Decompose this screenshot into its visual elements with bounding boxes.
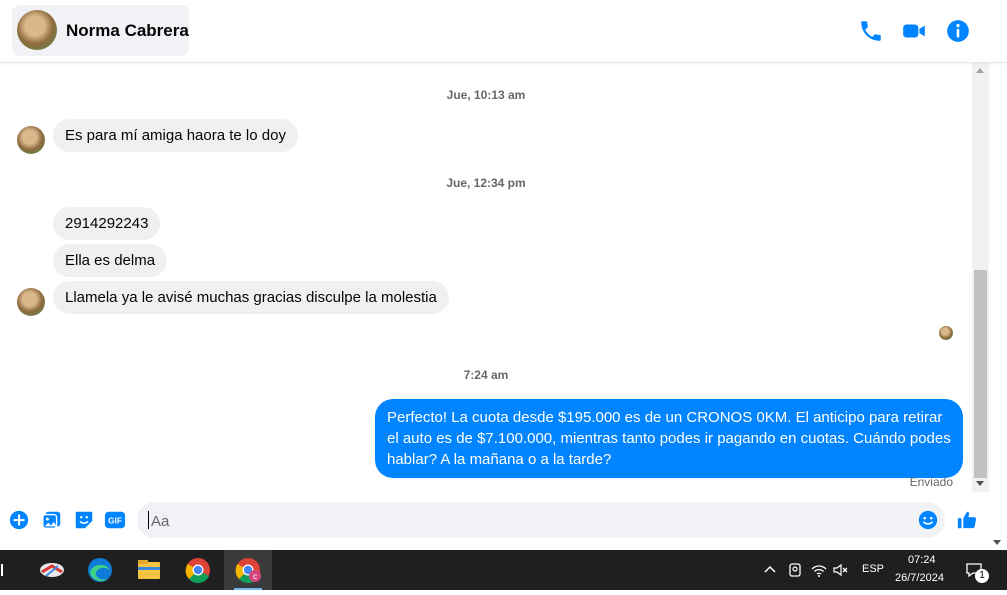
message-bubble-incoming[interactable]: 2914292243 <box>53 207 161 240</box>
contact-name[interactable]: Norma Cabrera <box>66 21 189 41</box>
edge-browser-icon[interactable] <box>76 550 124 590</box>
sender-avatar[interactable] <box>17 126 45 154</box>
contact-chip[interactable]: Norma Cabrera <box>12 5 189 56</box>
svg-text:c: c <box>253 572 257 581</box>
scroll-down-arrow-icon[interactable] <box>976 481 984 486</box>
task-view-icon[interactable] <box>0 550 14 590</box>
timestamp: Jue, 12:34 pm <box>446 176 526 190</box>
clock-time[interactable]: 07:24 <box>908 554 936 566</box>
emoji-icon[interactable] <box>917 509 939 531</box>
sticker-icon[interactable] <box>73 509 95 531</box>
chrome-icon[interactable] <box>174 550 222 590</box>
sender-avatar[interactable] <box>17 288 45 316</box>
sent-status: Enviado <box>909 475 953 489</box>
svg-text:GIF: GIF <box>108 517 122 526</box>
timestamp: Jue, 10:13 am <box>446 88 526 102</box>
timestamp: 7:24 am <box>463 368 509 382</box>
snipping-tool-icon[interactable] <box>28 550 76 590</box>
message-input[interactable] <box>149 502 913 540</box>
clock-date[interactable]: 26/7/2024 <box>895 572 944 584</box>
meet-now-icon[interactable] <box>786 561 804 579</box>
windows-taskbar: c ESP 07:24 26/7/2024 1 <box>0 550 1007 590</box>
message-bubble-outgoing[interactable]: Perfecto! La cuota desde $195.000 es de … <box>375 399 963 478</box>
message-thread[interactable]: Jue, 10:13 am Es para mí amiga haora te … <box>0 58 972 492</box>
wifi-icon[interactable] <box>810 561 828 579</box>
phone-icon[interactable] <box>858 18 884 44</box>
contact-avatar[interactable] <box>17 10 57 50</box>
video-call-icon[interactable] <box>901 18 927 44</box>
photo-icon[interactable] <box>41 509 63 531</box>
file-explorer-icon[interactable] <box>125 550 173 590</box>
scroll-up-arrow-icon[interactable] <box>976 68 984 73</box>
message-bubble-incoming[interactable]: Ella es delma <box>53 244 168 277</box>
message-bubble-incoming[interactable]: Es para mí amiga haora te lo doy <box>53 119 298 152</box>
gif-icon[interactable]: GIF <box>104 509 126 531</box>
plus-icon[interactable] <box>8 509 30 531</box>
like-icon[interactable] <box>956 509 978 531</box>
scrollbar-thumb[interactable] <box>974 270 987 478</box>
show-hidden-icons-chevron-icon[interactable] <box>761 561 779 579</box>
chat-scrollbar[interactable] <box>972 62 989 492</box>
language-indicator[interactable]: ESP <box>862 563 884 575</box>
message-bubble-incoming[interactable]: Llamela ya le avisé muchas gracias discu… <box>53 281 449 314</box>
volume-muted-icon[interactable] <box>832 561 850 579</box>
window-scrollbar[interactable] <box>989 0 1007 548</box>
chrome-profile-icon[interactable]: c <box>224 550 272 590</box>
read-receipt-avatar <box>939 326 953 340</box>
message-input-container[interactable] <box>137 502 945 540</box>
composer-bar: GIF <box>0 492 989 548</box>
info-icon[interactable] <box>945 18 971 44</box>
chat-header: Norma Cabrera <box>0 0 1007 63</box>
notification-count-badge: 1 <box>975 569 989 583</box>
window-scroll-down-icon[interactable] <box>993 540 1001 545</box>
